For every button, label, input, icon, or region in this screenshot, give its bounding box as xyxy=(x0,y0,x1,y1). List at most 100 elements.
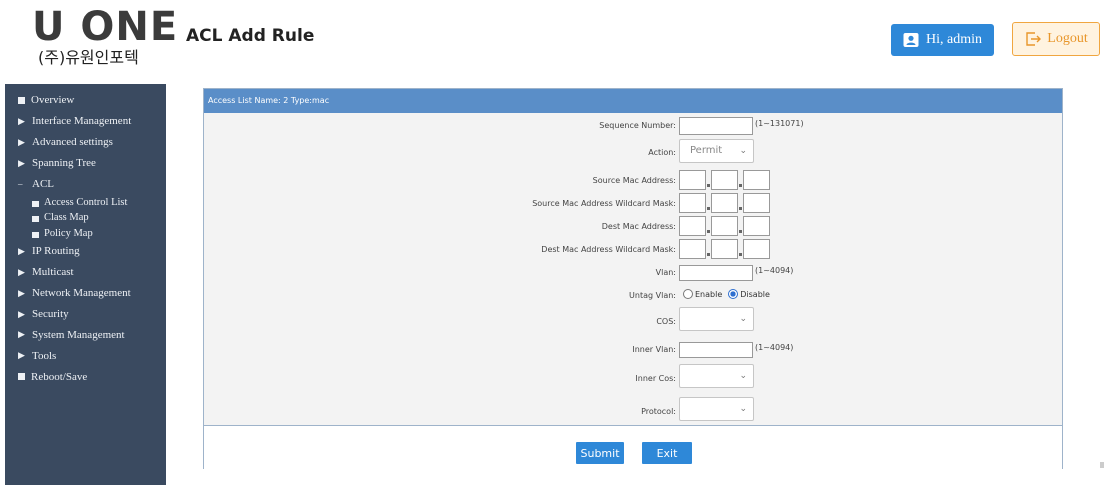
source-mac-input-1[interactable] xyxy=(679,170,706,190)
exit-button[interactable]: Exit xyxy=(642,442,692,464)
user-button[interactable]: Hi, admin xyxy=(891,24,994,56)
nav-label: Interface Management xyxy=(32,115,132,128)
page-title: ACL Add Rule xyxy=(186,26,315,46)
expand-arrow-icon: ▶ xyxy=(18,115,25,126)
vlan-field: (1~4094) xyxy=(679,262,793,281)
nav-label: Tools xyxy=(32,349,57,362)
chevron-down-icon: ⌄ xyxy=(739,314,747,324)
protocol-label: Protocol: xyxy=(641,407,676,416)
expand-arrow-icon: ▶ xyxy=(18,157,25,168)
sequence-input[interactable] xyxy=(679,116,753,135)
square-bullet-icon xyxy=(18,96,25,104)
chevron-down-icon: ⌄ xyxy=(739,146,747,156)
scrollbar-marker[interactable] xyxy=(1100,462,1104,468)
expand-arrow-icon: ▶ xyxy=(18,136,25,147)
untag-disable-label: Disable xyxy=(740,289,770,299)
company-logo: U ONE (주)유원인포텍 xyxy=(32,2,182,78)
nav-label: IP Routing xyxy=(32,245,80,258)
dest-mac-input-1[interactable] xyxy=(679,216,706,236)
nav-network-management[interactable]: ▶ Network Management xyxy=(5,283,166,304)
nav-security[interactable]: ▶ Security xyxy=(5,304,166,325)
inner-vlan-input[interactable] xyxy=(679,341,753,358)
source-mask-input-2[interactable] xyxy=(711,193,738,213)
logo-main-text: U ONE xyxy=(32,4,179,50)
protocol-select[interactable]: ⌄ xyxy=(679,397,754,421)
untag-disable-radio[interactable] xyxy=(728,289,739,299)
button-bar: Submit Exit xyxy=(204,425,1062,469)
nav-label: Reboot/Save xyxy=(31,370,88,383)
nav-tools[interactable]: ▶ Tools xyxy=(5,345,166,366)
source-mask-input-1[interactable] xyxy=(679,193,706,213)
source-mac-input-3[interactable] xyxy=(743,170,770,190)
inner-cos-field: ⌄ xyxy=(679,364,754,388)
nav-label: Spanning Tree xyxy=(32,157,96,170)
nav-spanning-tree[interactable]: ▶ Spanning Tree xyxy=(5,153,166,174)
source-mask-input-3[interactable] xyxy=(743,193,770,213)
nav-system-management[interactable]: ▶ System Management xyxy=(5,325,166,346)
expand-arrow-icon: ▶ xyxy=(18,287,25,298)
nav-acl[interactable]: – ACL xyxy=(5,174,166,195)
protocol-field: ⌄ xyxy=(679,397,754,421)
logout-label: Logout xyxy=(1047,31,1088,46)
vlan-label: Vlan: xyxy=(655,268,676,277)
separator-dot xyxy=(739,183,742,187)
nav-overview[interactable]: Overview xyxy=(5,90,166,111)
separator-dot xyxy=(739,206,742,210)
nav-access-control-list[interactable]: Access Control List xyxy=(5,194,166,210)
source-mac-input-2[interactable] xyxy=(711,170,738,190)
dest-mask-input-2[interactable] xyxy=(711,239,738,259)
dest-mac-input-2[interactable] xyxy=(711,216,738,236)
vlan-input[interactable] xyxy=(679,264,753,281)
nav-interface-management[interactable]: ▶ Interface Management xyxy=(5,111,166,132)
source-mask-field xyxy=(679,193,770,213)
logout-button[interactable]: Logout xyxy=(1012,22,1100,56)
nav-label: Class Map xyxy=(44,212,89,224)
dest-mac-label: Dest Mac Address: xyxy=(601,222,676,231)
form-body: Sequence Number: (1~131071) Action: Perm… xyxy=(204,113,1062,425)
untag-enable-radio[interactable] xyxy=(683,289,693,299)
user-card-icon xyxy=(903,33,919,47)
nav-multicast[interactable]: ▶ Multicast xyxy=(5,262,166,283)
square-bullet-icon xyxy=(18,373,25,381)
dest-mask-label: Dest Mac Address Wildcard Mask: xyxy=(541,245,676,254)
dest-mac-input-3[interactable] xyxy=(743,216,770,236)
separator-dot xyxy=(739,252,742,256)
cos-field: ⌄ xyxy=(679,307,754,331)
dest-mac-field xyxy=(679,216,770,236)
inner-cos-select[interactable]: ⌄ xyxy=(679,364,754,388)
action-label: Action: xyxy=(648,148,676,157)
separator-dot xyxy=(707,252,710,256)
dest-mask-input-3[interactable] xyxy=(743,239,770,259)
inner-vlan-label: Inner Vlan: xyxy=(632,345,676,354)
action-select[interactable]: Permit ⌄ xyxy=(679,139,754,163)
nav-label: System Management xyxy=(32,328,125,341)
untag-vlan-label: Untag Vlan: xyxy=(629,291,676,300)
dest-mask-input-1[interactable] xyxy=(679,239,706,259)
square-bullet-icon xyxy=(32,231,39,238)
inner-cos-label: Inner Cos: xyxy=(635,374,676,383)
separator-dot xyxy=(739,229,742,233)
separator-dot xyxy=(707,183,710,187)
expand-arrow-icon: ▶ xyxy=(18,329,25,340)
nav-label: Multicast xyxy=(32,266,74,279)
nav-label: Access Control List xyxy=(44,196,128,208)
dest-mask-field xyxy=(679,239,770,259)
expand-arrow-icon: ▶ xyxy=(18,266,25,277)
collapse-dash-icon: – xyxy=(18,178,23,189)
header: U ONE (주)유원인포텍 ACL Add Rule Hi, admin Lo… xyxy=(0,0,1107,82)
sequence-field: (1~131071) xyxy=(679,115,804,135)
nav-reboot-save[interactable]: Reboot/Save xyxy=(5,366,166,387)
acl-rule-panel: Access List Name: 2 Type:mac Sequence Nu… xyxy=(203,88,1063,469)
cos-select[interactable]: ⌄ xyxy=(679,307,754,331)
square-bullet-icon xyxy=(32,200,39,207)
nav-label: ACL xyxy=(32,178,54,190)
nav-ip-routing[interactable]: ▶ IP Routing xyxy=(5,241,166,262)
nav-label: Policy Map xyxy=(44,227,93,239)
submit-button[interactable]: Submit xyxy=(576,442,624,464)
vlan-hint: (1~4094) xyxy=(755,266,794,275)
nav-class-map[interactable]: Class Map xyxy=(5,210,166,226)
sequence-label: Sequence Number: xyxy=(599,121,676,130)
nav-policy-map[interactable]: Policy Map xyxy=(5,225,166,241)
nav-advanced-settings[interactable]: ▶ Advanced settings xyxy=(5,132,166,153)
separator-dot xyxy=(707,229,710,233)
